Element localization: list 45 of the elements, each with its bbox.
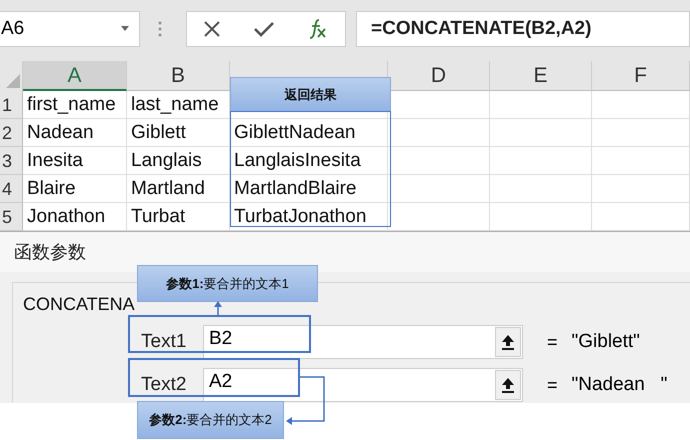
dropdown-icon	[121, 26, 129, 31]
collapse-button[interactable]	[495, 370, 521, 400]
arrow	[214, 301, 222, 315]
table-cell: MartlandBlaire	[230, 175, 388, 203]
callout-label: 参数1:要合并的文本1	[137, 265, 318, 302]
equals-sign: =	[547, 374, 558, 396]
connector-arrow	[286, 376, 325, 425]
table-cell: Inesita	[23, 147, 127, 175]
formula-field[interactable]: =CONCATENATE(B2,A2)	[356, 10, 690, 46]
upload-arrow-icon	[501, 377, 515, 393]
column-header[interactable]: B	[127, 61, 230, 91]
column-header[interactable]: A	[23, 61, 127, 91]
callout-label: 参数2:要合并的文本2	[137, 401, 284, 439]
argument-label: Text2	[141, 374, 188, 396]
argument-label: Text1	[141, 331, 188, 353]
row-header[interactable]: 4	[0, 175, 23, 203]
collapse-button[interactable]	[495, 327, 521, 357]
table-cell: Langlais	[127, 147, 230, 175]
argument-result: "Giblett"	[572, 331, 640, 353]
table-cell: Giblett	[127, 119, 230, 147]
callout-tooltip: 返回结果	[230, 77, 391, 112]
table-cell: LanglaisInesita	[230, 147, 388, 175]
function-name: CONCATENA	[22, 293, 135, 316]
table-cell: Nadean	[23, 119, 127, 147]
row-header[interactable]: 3	[0, 147, 23, 175]
input-field[interactable]: B2	[203, 325, 523, 359]
argument-result: "Nadean "	[572, 374, 668, 396]
table-cell: Blaire	[23, 175, 127, 203]
row-header[interactable]: 5	[0, 203, 23, 231]
upload-arrow-icon	[501, 334, 515, 350]
table-cell: Martland	[127, 175, 230, 203]
row-header[interactable]: 2	[0, 119, 23, 147]
name-box[interactable]: A6	[0, 10, 140, 46]
column-header[interactable]: E	[490, 61, 592, 91]
column-header[interactable]: F	[592, 61, 690, 91]
column-header[interactable]: D	[388, 61, 490, 91]
table-cell: first_name	[23, 91, 127, 119]
input-field[interactable]: A2	[203, 368, 523, 402]
row-header[interactable]: 1	[0, 91, 23, 119]
dialog-title: 函数参数	[0, 232, 690, 272]
check-icon[interactable]	[254, 20, 274, 36]
cancel-icon[interactable]	[203, 20, 222, 38]
grip-icon	[158, 20, 162, 36]
table-cell: GiblettNadean	[230, 119, 388, 147]
equals-sign: =	[547, 332, 558, 352]
